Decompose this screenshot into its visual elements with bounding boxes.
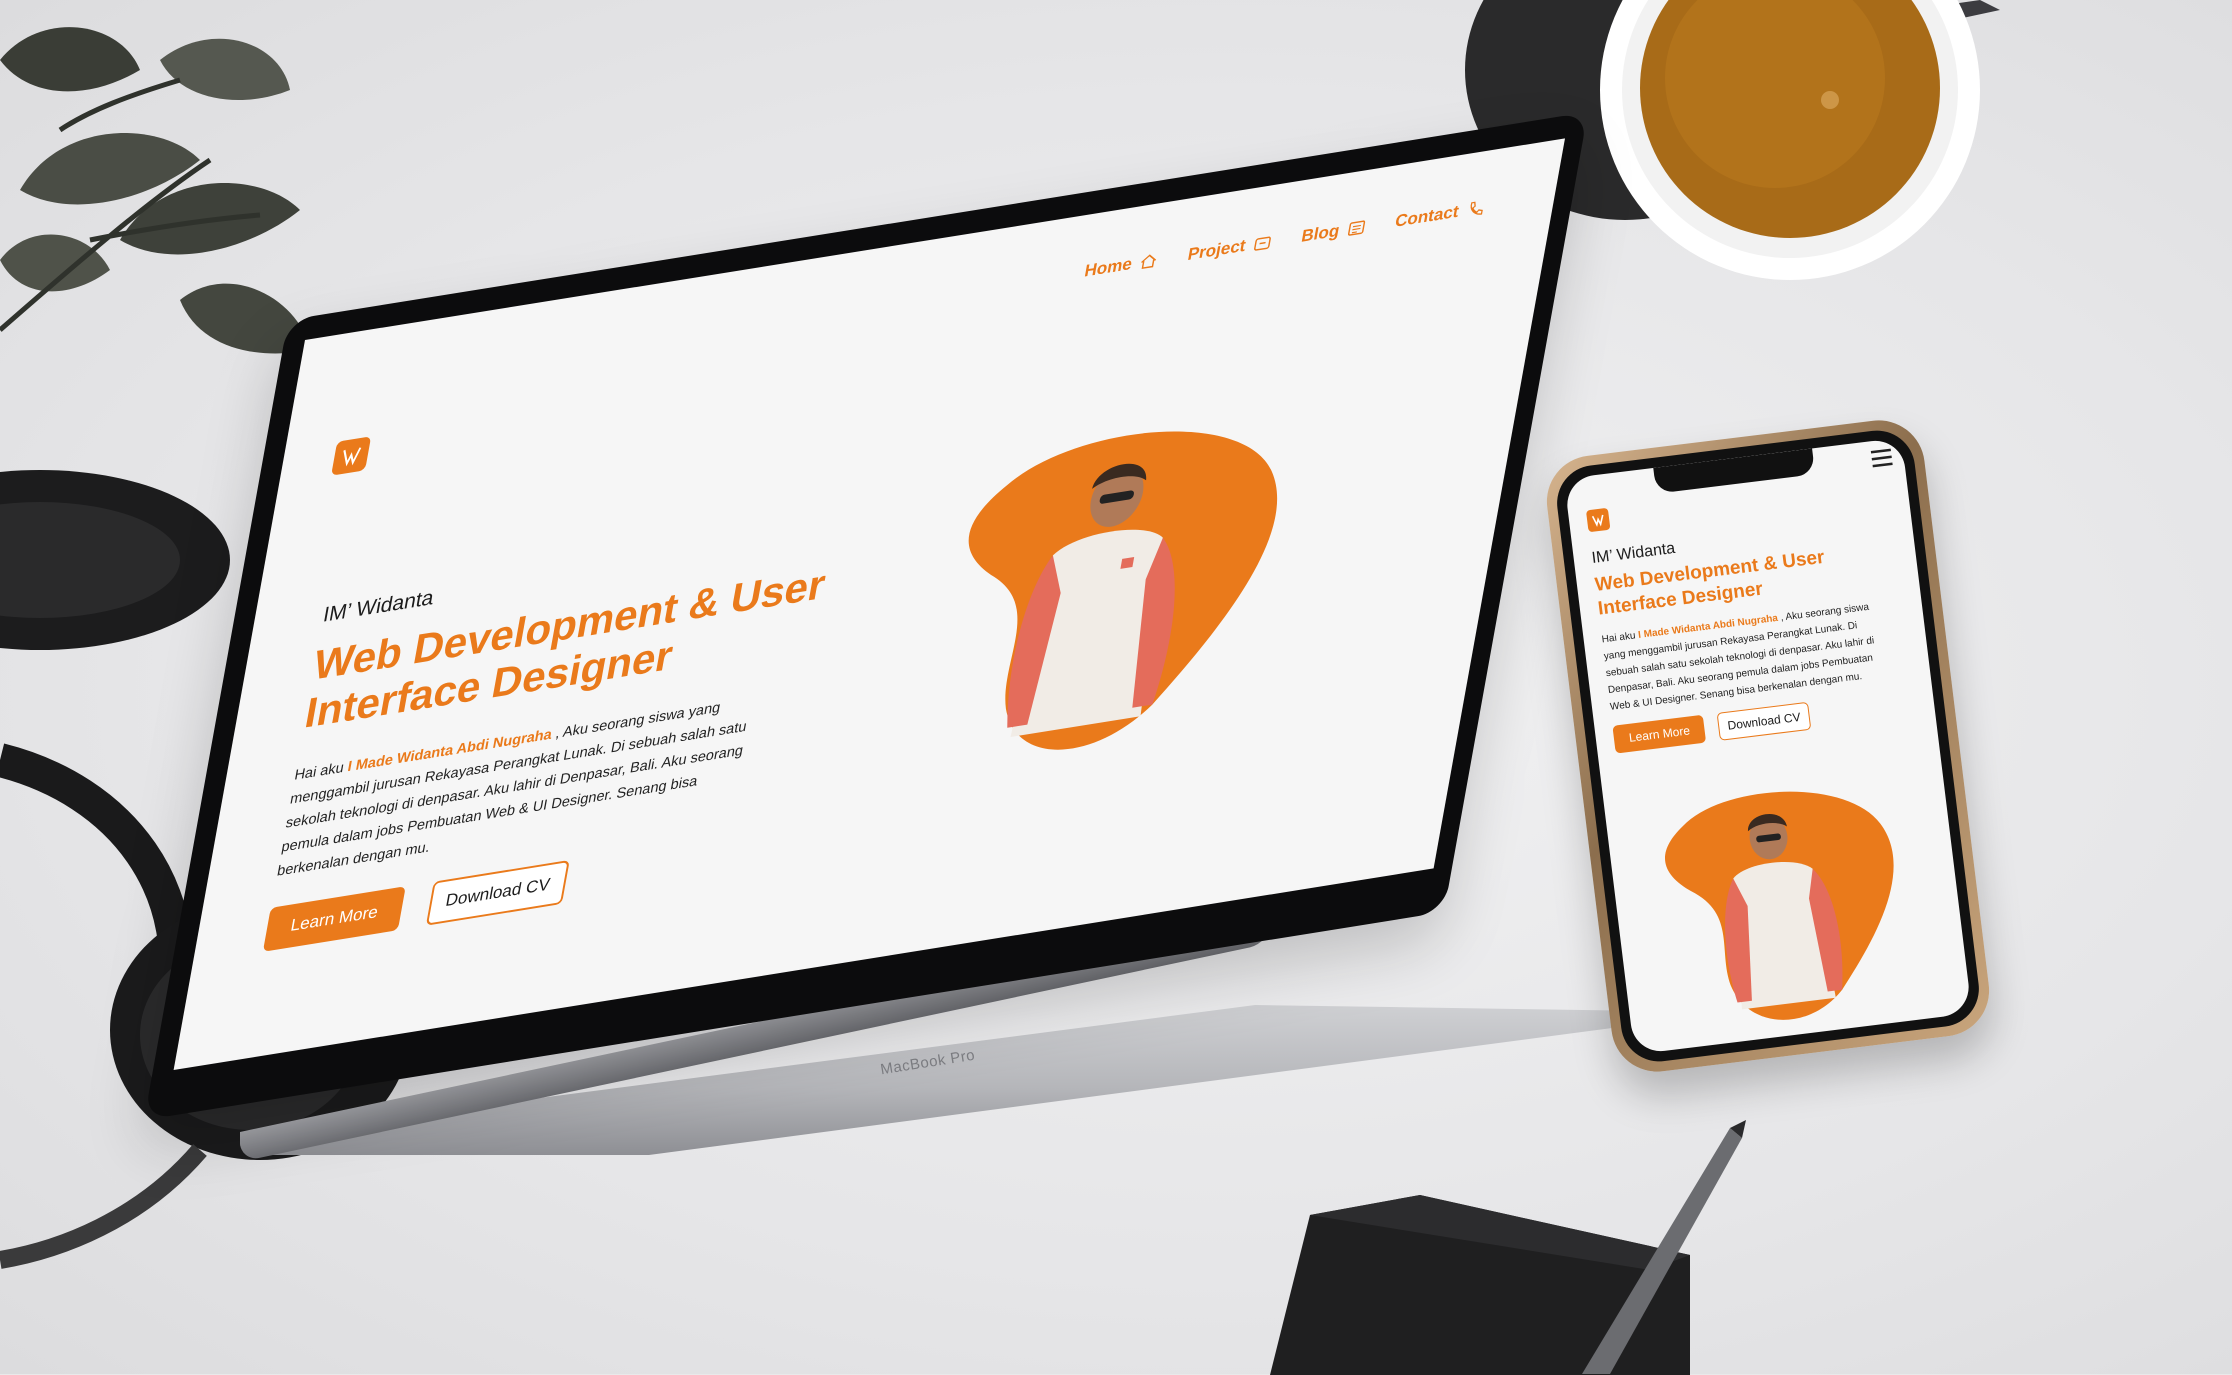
hero-portrait: [968, 431, 1278, 750]
hero-portrait: [1665, 791, 1894, 1020]
hero-section-mobile: IM’ Widanta Web Development & User Inter…: [1591, 514, 1914, 754]
download-cv-button[interactable]: Download CV: [1716, 701, 1812, 741]
smartphone: IM’ Widanta Web Development & User Inter…: [1541, 415, 1995, 1077]
home-icon: [1141, 254, 1157, 269]
nav-item-label: Contact: [1393, 201, 1461, 231]
learn-more-button[interactable]: Learn More: [262, 886, 406, 952]
project-icon: [1253, 236, 1271, 251]
nav-item-label: Project: [1186, 235, 1248, 265]
nav-item-project[interactable]: Project: [1186, 232, 1273, 265]
site-logo[interactable]: [331, 436, 372, 476]
logo-icon: [343, 447, 362, 467]
site-logo[interactable]: [1585, 507, 1611, 533]
bio-prefix: Hai aku: [293, 759, 350, 784]
pen: [1582, 1120, 1746, 1374]
nav-item-label: Blog: [1299, 220, 1342, 246]
hamburger-menu-icon[interactable]: [1869, 447, 1895, 470]
learn-more-button[interactable]: Learn More: [1612, 714, 1707, 754]
logo-icon: [1591, 514, 1604, 527]
download-cv-button[interactable]: Download CV: [425, 859, 570, 926]
blog-icon: [1347, 220, 1365, 236]
bio-prefix: Hai aku: [1601, 630, 1639, 646]
nav-item-label: Home: [1083, 254, 1134, 281]
nav-item-blog[interactable]: Blog: [1300, 217, 1367, 247]
phone-screen: IM’ Widanta Web Development & User Inter…: [1563, 437, 1973, 1055]
main-nav: Home Project Blog Contact: [1083, 198, 1487, 282]
nav-item-home[interactable]: Home: [1083, 250, 1160, 282]
nav-item-contact[interactable]: Contact: [1393, 198, 1486, 232]
hero-section: IM’ Widanta Web Development & User Inter…: [262, 514, 886, 952]
phone-icon: [1470, 201, 1483, 215]
